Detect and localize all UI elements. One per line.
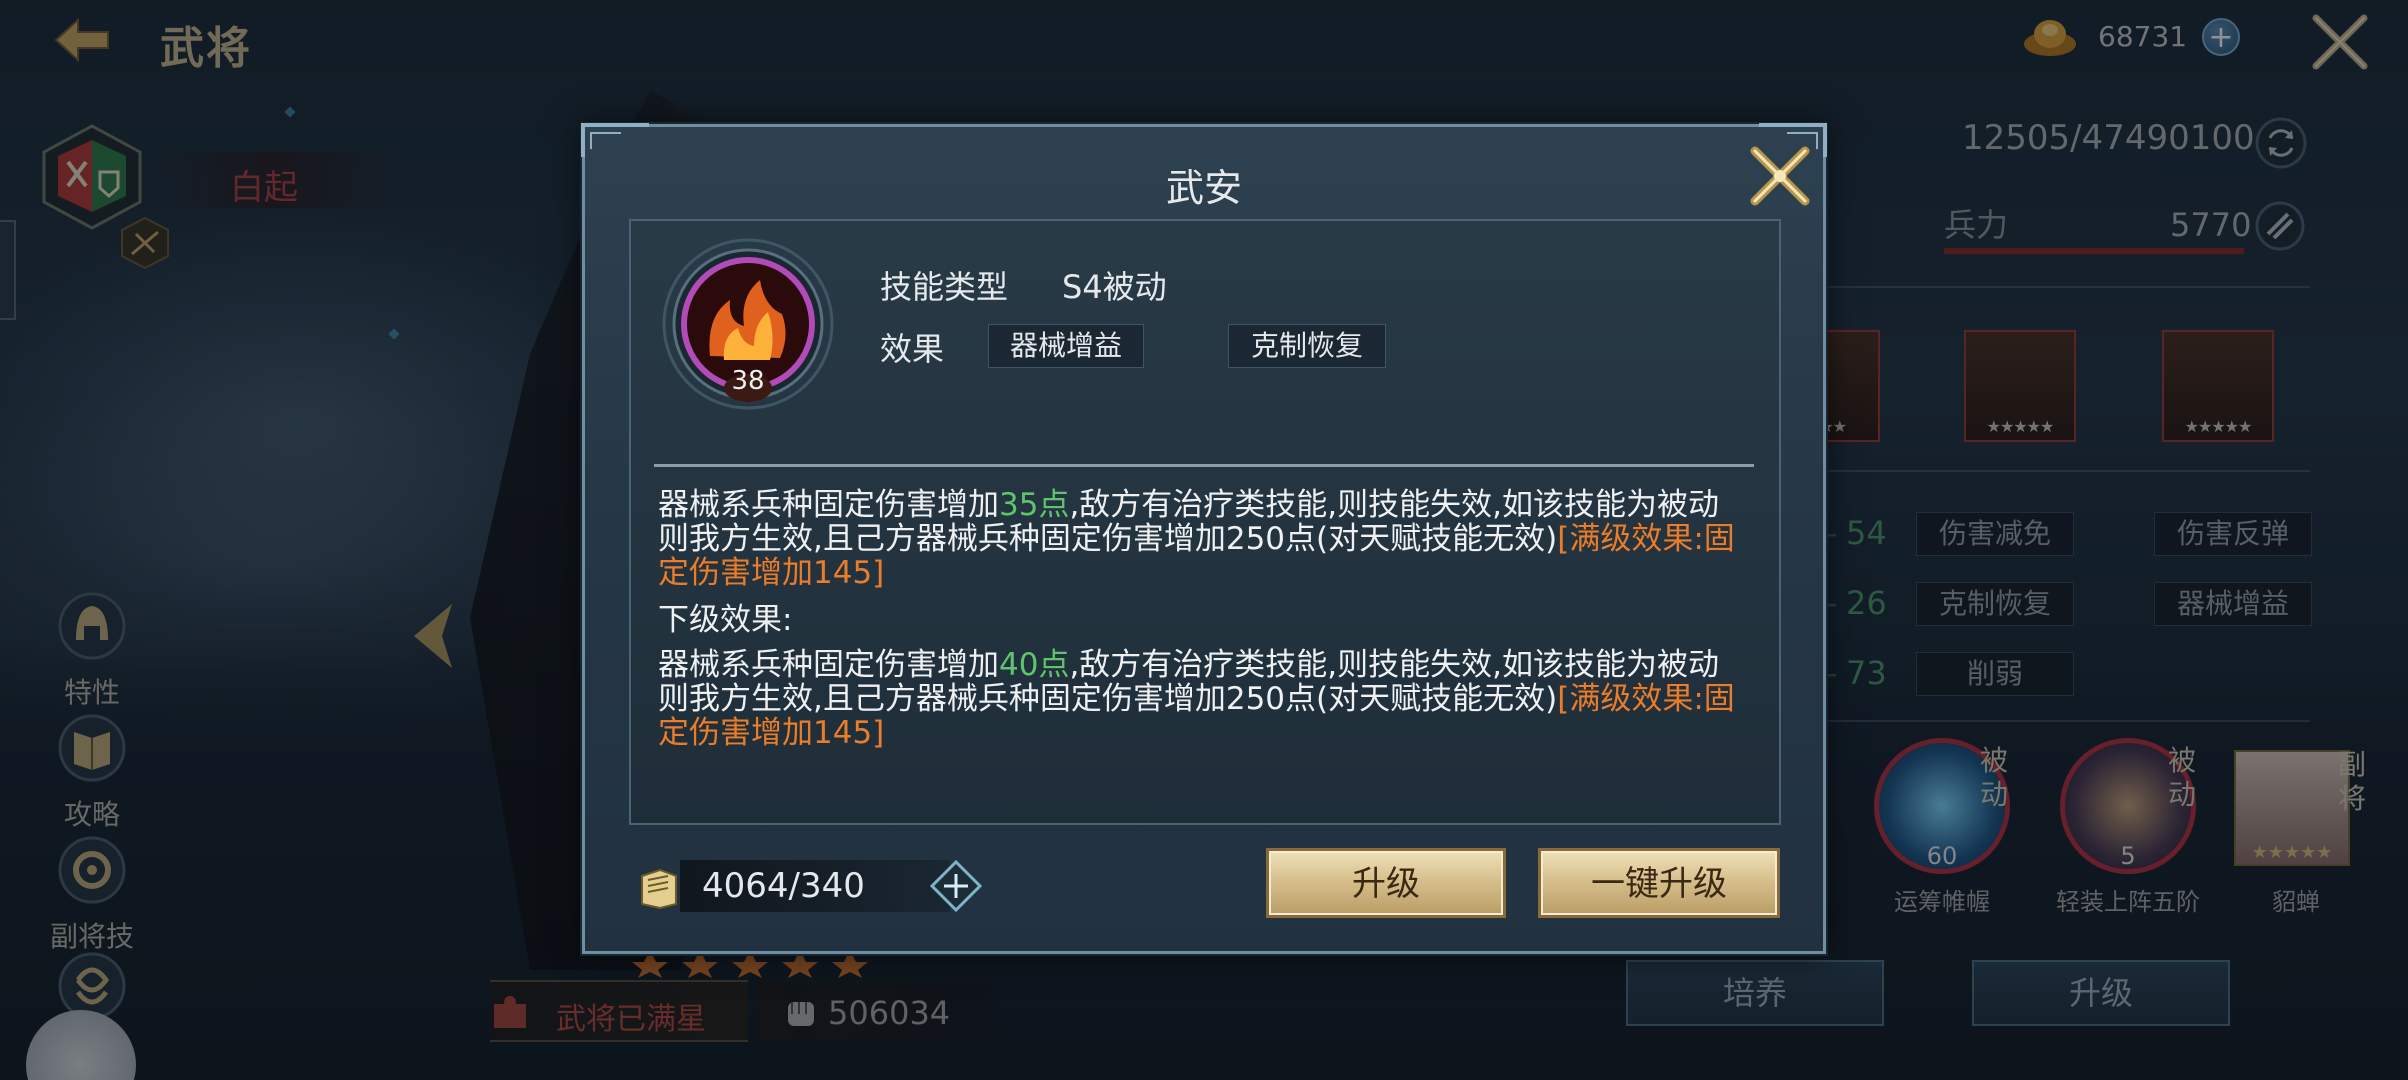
skill-type-label: 技能类型 (880, 268, 1009, 306)
add-skill-book-button[interactable] (930, 860, 982, 912)
corner-ornament (581, 123, 649, 157)
skill-book-amount: 4064/340 (702, 866, 865, 906)
upgrade-skill-button[interactable]: 升级 (1266, 848, 1506, 918)
current-effect-description: 器械系兵种固定伤害增加35点,敌方有治疗类技能,则技能失效,如该技能为被动则我方… (658, 488, 1748, 590)
dialog-title: 武安 (1165, 166, 1242, 210)
desc-text: 器械系兵种固定伤害增加 (658, 487, 999, 523)
effect-tag: 克制恢复 (1228, 324, 1386, 368)
skill-book-icon (641, 868, 677, 910)
next-effect-description: 器械系兵种固定伤害增加40点,敌方有治疗类技能,则技能失效,如该技能为被动则我方… (658, 648, 1748, 750)
one-click-upgrade-button[interactable]: 一键升级 (1538, 848, 1780, 918)
skill-effect-label: 效果 (880, 330, 945, 368)
skill-level-badge: 38 (731, 366, 765, 396)
skill-type-value: S4被动 (1062, 268, 1167, 306)
effect-tag: 器械增益 (988, 324, 1144, 368)
desc-text: 器械系兵种固定伤害增加 (658, 647, 999, 683)
desc-value: 40点 (999, 647, 1070, 683)
desc-value: 35点 (999, 487, 1070, 523)
next-level-label: 下级效果: (658, 602, 793, 638)
dialog-separator (654, 464, 1754, 467)
close-icon[interactable] (1745, 141, 1815, 211)
